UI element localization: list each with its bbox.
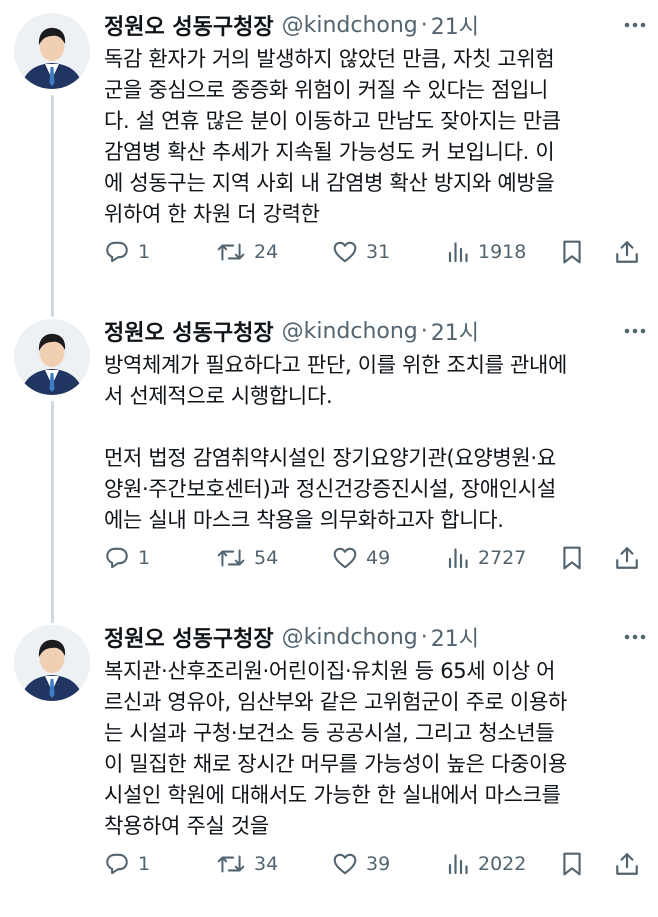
reply-count: 1: [138, 547, 151, 569]
tweet-header: 정원오 성동구청장 @kindchong · 21시: [104, 620, 648, 654]
views-bar-chart-icon: [448, 854, 468, 875]
reply-count: 1: [138, 853, 151, 875]
separator-dot: ·: [420, 624, 428, 650]
like-count: 39: [366, 853, 391, 875]
bookmark-icon: [563, 546, 581, 570]
view-count: 1918: [478, 241, 527, 263]
author-name[interactable]: 정원오 성동구청장: [104, 9, 274, 41]
tweet-text: 방역체계가 필요하다고 판단, 이를 위한 조치를 관내에 서 선제적으로 시행…: [104, 353, 568, 532]
bookmark-button[interactable]: [560, 844, 584, 884]
author-handle[interactable]: @kindchong: [282, 13, 418, 38]
share-button[interactable]: [614, 232, 640, 272]
avatar[interactable]: [14, 319, 90, 395]
bookmark-icon: [563, 852, 581, 876]
bookmark-button[interactable]: [560, 538, 584, 578]
tweet[interactable]: 정원오 성동구청장 @kindchong · 21시 독감 환자가 거의 발생하…: [0, 0, 658, 305]
tweet-header: 정원오 성동구청장 @kindchong · 21시: [104, 8, 648, 42]
share-button[interactable]: [614, 844, 640, 884]
share-icon: [616, 547, 638, 569]
like-count: 49: [366, 547, 391, 569]
retweet-count: 54: [254, 547, 279, 569]
retweet-icon: [217, 549, 245, 567]
separator-dot: ·: [420, 318, 428, 344]
share-icon: [616, 853, 638, 875]
action-bar: 1 24 31 1918: [104, 232, 644, 272]
timestamp[interactable]: 21시: [431, 621, 479, 653]
share-button[interactable]: [614, 538, 640, 578]
more-options-button[interactable]: [620, 12, 650, 38]
heart-icon: [333, 547, 357, 569]
more-dots-icon: [624, 22, 646, 28]
timestamp[interactable]: 21시: [431, 315, 479, 347]
retweet-icon: [217, 243, 245, 261]
tweet-text: 독감 환자가 거의 발생하지 않았던 만큼, 자칫 고위험 군을 중심으로 중증…: [104, 47, 561, 226]
bookmark-icon: [563, 240, 581, 264]
reply-button[interactable]: 1: [104, 844, 150, 884]
heart-icon: [333, 853, 357, 875]
author-handle[interactable]: @kindchong: [282, 319, 418, 344]
more-options-button[interactable]: [620, 624, 650, 650]
like-button[interactable]: 49: [332, 538, 390, 578]
like-count: 31: [366, 241, 391, 263]
view-count: 2727: [478, 547, 527, 569]
author-name[interactable]: 정원오 성동구청장: [104, 315, 274, 347]
views-bar-chart-icon: [448, 548, 468, 569]
reply-icon: [106, 853, 128, 875]
share-icon: [616, 241, 638, 263]
avatar[interactable]: [14, 625, 90, 701]
tweet[interactable]: 정원오 성동구청장 @kindchong · 21시 방역체계가 필요하다고 판…: [0, 306, 658, 611]
separator-dot: ·: [420, 12, 428, 38]
bookmark-button[interactable]: [560, 232, 584, 272]
more-dots-icon: [624, 634, 646, 640]
avatar[interactable]: [14, 13, 90, 89]
reply-button[interactable]: 1: [104, 232, 150, 272]
view-count: 2022: [478, 853, 527, 875]
tweet[interactable]: 정원오 성동구청장 @kindchong · 21시 복지관·산후조리원·어린이…: [0, 612, 658, 917]
reply-button[interactable]: 1: [104, 538, 150, 578]
reply-icon: [106, 547, 128, 569]
reply-icon: [106, 241, 128, 263]
retweet-button[interactable]: 24: [216, 232, 278, 272]
retweet-button[interactable]: 34: [216, 844, 278, 884]
retweet-button[interactable]: 54: [216, 538, 278, 578]
views-button[interactable]: 1918: [446, 232, 526, 272]
retweet-count: 34: [254, 853, 279, 875]
views-button[interactable]: 2022: [446, 844, 526, 884]
action-bar: 1 34 39 2022: [104, 844, 644, 884]
timestamp[interactable]: 21시: [431, 9, 479, 41]
more-options-button[interactable]: [620, 318, 650, 344]
like-button[interactable]: 39: [332, 844, 390, 884]
action-bar: 1 54 49 2727: [104, 538, 644, 578]
retweet-icon: [217, 855, 245, 873]
like-button[interactable]: 31: [332, 232, 390, 272]
author-name[interactable]: 정원오 성동구청장: [104, 621, 274, 653]
author-handle[interactable]: @kindchong: [282, 625, 418, 650]
tweet-text: 복지관·산후조리원·어린이집·유치원 등 65세 이상 어 르신과 영유아, 임…: [104, 659, 568, 838]
retweet-count: 24: [254, 241, 279, 263]
reply-count: 1: [138, 241, 151, 263]
views-button[interactable]: 2727: [446, 538, 526, 578]
tweet-header: 정원오 성동구청장 @kindchong · 21시: [104, 314, 648, 348]
heart-icon: [333, 241, 357, 263]
more-dots-icon: [624, 328, 646, 334]
views-bar-chart-icon: [448, 242, 468, 263]
